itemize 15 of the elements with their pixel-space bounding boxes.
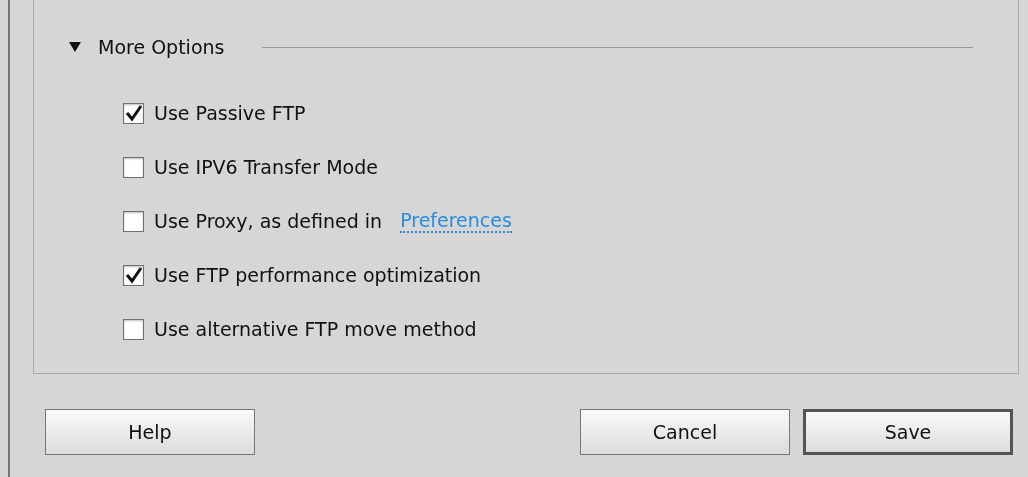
option-label: Use Proxy, as defined in [154,208,383,234]
dialog-button[interactable]: Help [45,409,255,455]
option-label: Use IPV6 Transfer Mode [154,154,378,180]
option-label: Use Passive FTP [154,100,306,126]
dialog-button[interactable]: Save [803,409,1013,455]
checkbox[interactable] [123,318,144,340]
checkbox[interactable] [123,210,144,232]
checkbox[interactable] [123,264,144,286]
section-title: More Options [98,34,225,60]
disclosure-triangle-icon[interactable] [68,41,82,53]
dialog-button[interactable]: Cancel [580,409,790,455]
checkbox[interactable] [123,102,144,124]
checkbox[interactable] [123,156,144,178]
option-label: Use FTP performance optimization [154,262,482,288]
option-label: Use alternative FTP move method [154,316,477,342]
